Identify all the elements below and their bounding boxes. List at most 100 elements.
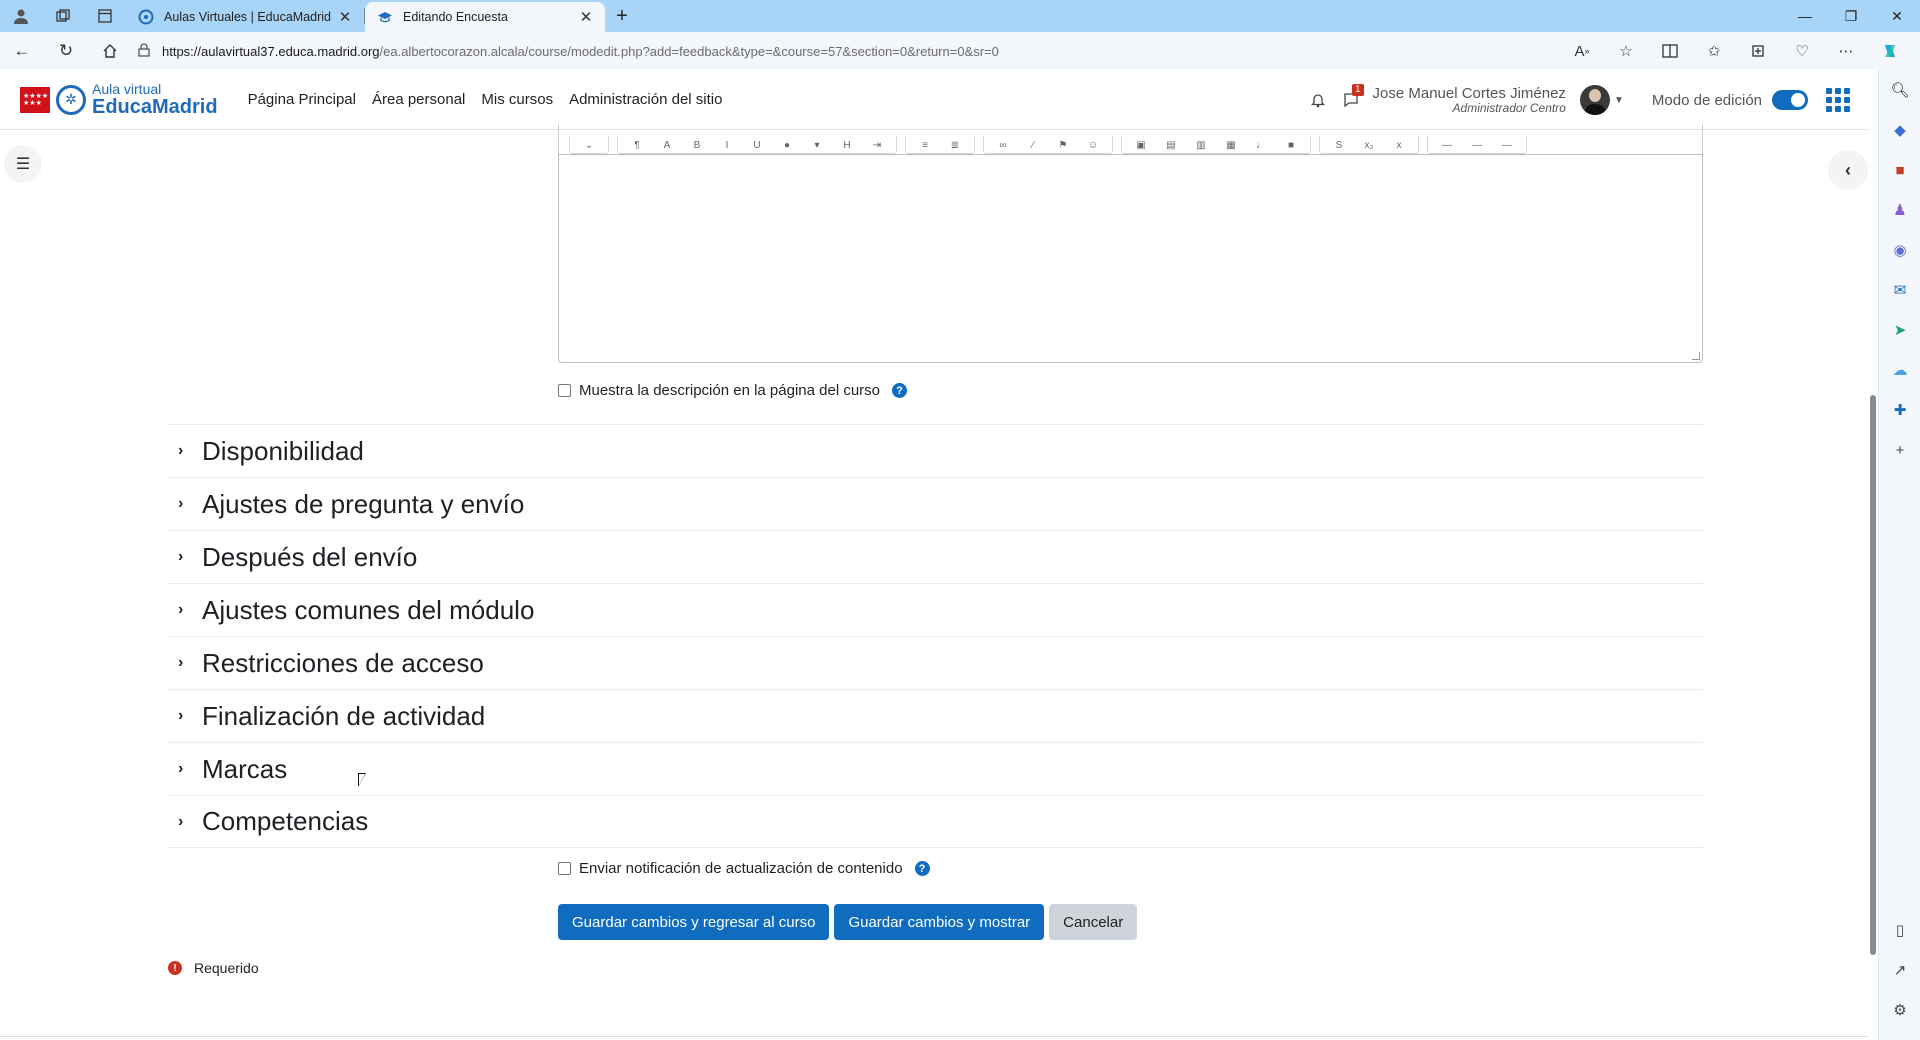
description-editor[interactable] [558, 154, 1703, 363]
course-index-toggle-icon[interactable]: ☰ [4, 145, 42, 183]
notify-checkbox[interactable] [558, 862, 571, 875]
refresh-icon[interactable]: ↻ [44, 32, 88, 70]
home-icon[interactable] [88, 32, 132, 70]
profile-icon[interactable] [0, 0, 42, 32]
help-icon[interactable]: ? [914, 861, 930, 876]
workspaces-icon[interactable] [42, 0, 84, 32]
align-left-icon[interactable]: — [1432, 139, 1462, 153]
underline-icon[interactable]: U [742, 139, 772, 153]
user-info[interactable]: Jose Manuel Cortes Jiménez Administrador… [1373, 86, 1566, 114]
favorite-star-icon[interactable]: ☆ [1604, 32, 1648, 70]
section-disponibilidad[interactable]: › Disponibilidad [168, 424, 1703, 477]
lock-icon[interactable] [138, 42, 162, 60]
media-icon[interactable]: ▤ [1156, 139, 1186, 153]
color-icon[interactable]: ● [772, 139, 802, 153]
send-icon[interactable]: ➤ [1879, 310, 1920, 350]
avatar[interactable] [1579, 85, 1610, 115]
browser-tab-aulas-virtuales[interactable]: Aulas Virtuales | EducaMadrid ✕ [126, 2, 364, 32]
copilot-icon[interactable] [1868, 32, 1912, 70]
sidebar-layout-icon[interactable]: ▯ [1879, 910, 1920, 950]
save-display-button[interactable]: Guardar cambios y mostrar [834, 904, 1045, 940]
restore-icon[interactable]: ❐ [1828, 0, 1874, 32]
cancel-button[interactable]: Cancelar [1049, 904, 1138, 940]
cloud-icon[interactable]: ☁ [1879, 350, 1920, 390]
section-finalizacion[interactable]: › Finalización de actividad [168, 689, 1703, 742]
shopping-tag-icon[interactable]: ◆ [1879, 110, 1920, 150]
microsoft-365-icon[interactable]: ◉ [1879, 230, 1920, 270]
collapse-icon[interactable]: ⌄ [574, 139, 604, 153]
style-icon[interactable]: ¶ [622, 139, 652, 153]
close-window-icon[interactable]: ✕ [1874, 0, 1920, 32]
save-return-button[interactable]: Guardar cambios y regresar al curso [558, 904, 830, 940]
record-video-icon[interactable]: ■ [1276, 139, 1306, 153]
subscript-icon[interactable]: x₂ [1354, 139, 1384, 153]
anchor-icon[interactable]: ⚑ [1048, 139, 1078, 153]
add-icon[interactable]: + [1879, 430, 1920, 470]
menu-area-personal[interactable]: Área personal [372, 91, 465, 108]
emoji-icon[interactable]: ☺ [1078, 139, 1108, 153]
tab-actions-icon[interactable] [84, 0, 126, 32]
educamadrid-logo[interactable]: ★ ★ ★ ★ ★ ★ ★ ✲ Aula virtual EducaMadrid [20, 82, 218, 117]
help-icon[interactable]: ? [892, 383, 908, 398]
align-center-icon[interactable]: — [1462, 139, 1492, 153]
strike-icon[interactable]: S [1324, 139, 1354, 153]
section-restricciones[interactable]: › Restricciones de acceso [168, 636, 1703, 689]
back-icon[interactable]: ← [0, 32, 44, 70]
collections-icon[interactable] [1736, 32, 1780, 70]
files-icon[interactable]: ▦ [1216, 139, 1246, 153]
notifications-bell-icon[interactable] [1301, 70, 1335, 130]
link-icon[interactable]: ∞ [988, 139, 1018, 153]
favorites-icon[interactable]: ✩ [1692, 32, 1736, 70]
resize-handle[interactable] [1692, 352, 1700, 360]
outlook-icon[interactable]: ✉ [1879, 270, 1920, 310]
section-competencias[interactable]: › Competencias [168, 795, 1703, 848]
bold-icon[interactable]: B [682, 139, 712, 153]
section-ajustes-comunes[interactable]: › Ajustes comunes del módulo [168, 583, 1703, 636]
external-link-icon[interactable]: ↗ [1879, 950, 1920, 990]
games-icon[interactable]: ♟ [1879, 190, 1920, 230]
url-field[interactable]: https://aulavirtual37.educa.madrid.org/e… [138, 36, 1508, 66]
show-description-checkbox[interactable] [558, 384, 571, 397]
new-tab-button[interactable]: + [605, 0, 639, 32]
record-audio-icon[interactable]: ♩ [1246, 139, 1276, 153]
more-options-icon[interactable]: ⋯ [1824, 32, 1868, 70]
indent-icon[interactable]: ⇥ [862, 139, 892, 153]
close-tab-icon[interactable]: ✕ [336, 8, 354, 26]
gear-icon[interactable]: ⚙ [1879, 990, 1920, 1030]
browser-essentials-icon[interactable]: ♡ [1780, 32, 1824, 70]
h5p-icon[interactable]: ▥ [1186, 139, 1216, 153]
page-scrollbar[interactable] [1868, 130, 1878, 1030]
split-screen-icon[interactable] [1648, 32, 1692, 70]
extensions-puzzle-icon[interactable]: ✚ [1879, 390, 1920, 430]
close-tab-icon[interactable]: ✕ [577, 8, 595, 26]
read-aloud-icon[interactable]: A» [1560, 32, 1604, 70]
paragraph-icon[interactable]: ▾ [802, 139, 832, 153]
scrollbar-thumb[interactable] [1870, 395, 1876, 955]
menu-pagina-principal[interactable]: Página Principal [248, 91, 356, 108]
edit-mode-toggle[interactable] [1772, 90, 1808, 110]
block-drawer-toggle-icon[interactable]: ‹ [1828, 150, 1868, 190]
chevron-down-icon[interactable]: ▼ [1610, 95, 1628, 106]
align-right-icon[interactable]: — [1492, 139, 1522, 153]
menu-administracion-del-sitio[interactable]: Administración del sitio [569, 91, 722, 108]
bullet-list-icon[interactable]: ≡ [910, 139, 940, 153]
browser-tab-editando-encuesta[interactable]: Editando Encuesta ✕ [365, 2, 605, 32]
clear-format-icon[interactable]: x [1384, 139, 1414, 153]
heading-icon[interactable]: H [832, 139, 862, 153]
font-icon[interactable]: A [652, 139, 682, 153]
unlink-icon[interactable]: ⁄ [1018, 139, 1048, 153]
italic-icon[interactable]: I [712, 139, 742, 153]
section-marcas[interactable]: › Marcas [168, 742, 1703, 795]
search-icon[interactable]: 🔍︎ [1879, 70, 1920, 110]
apps-grid-icon[interactable] [1808, 70, 1868, 130]
section-title: Después del envío [202, 541, 418, 572]
numbered-list-icon[interactable]: ≣ [940, 139, 970, 153]
menu-mis-cursos[interactable]: Mis cursos [481, 91, 553, 108]
tools-briefcase-icon[interactable]: ■ [1879, 150, 1920, 190]
section-despues-envio[interactable]: › Después del envío [168, 530, 1703, 583]
section-ajustes-pregunta[interactable]: › Ajustes de pregunta y envío [168, 477, 1703, 530]
image-icon[interactable]: ▣ [1126, 139, 1156, 153]
messages-icon[interactable]: 1 [1335, 70, 1369, 130]
editor-toolbar: ⌄ ¶ A B I U ● ▾ H ⇥ ≡ ≣ ∞ ⁄ ⚑ ☺ ▣ ▤ ▥ ▦ ♩ ■ Sx₂ x — — — [558, 124, 1703, 154]
minimize-icon[interactable]: — [1782, 0, 1828, 32]
